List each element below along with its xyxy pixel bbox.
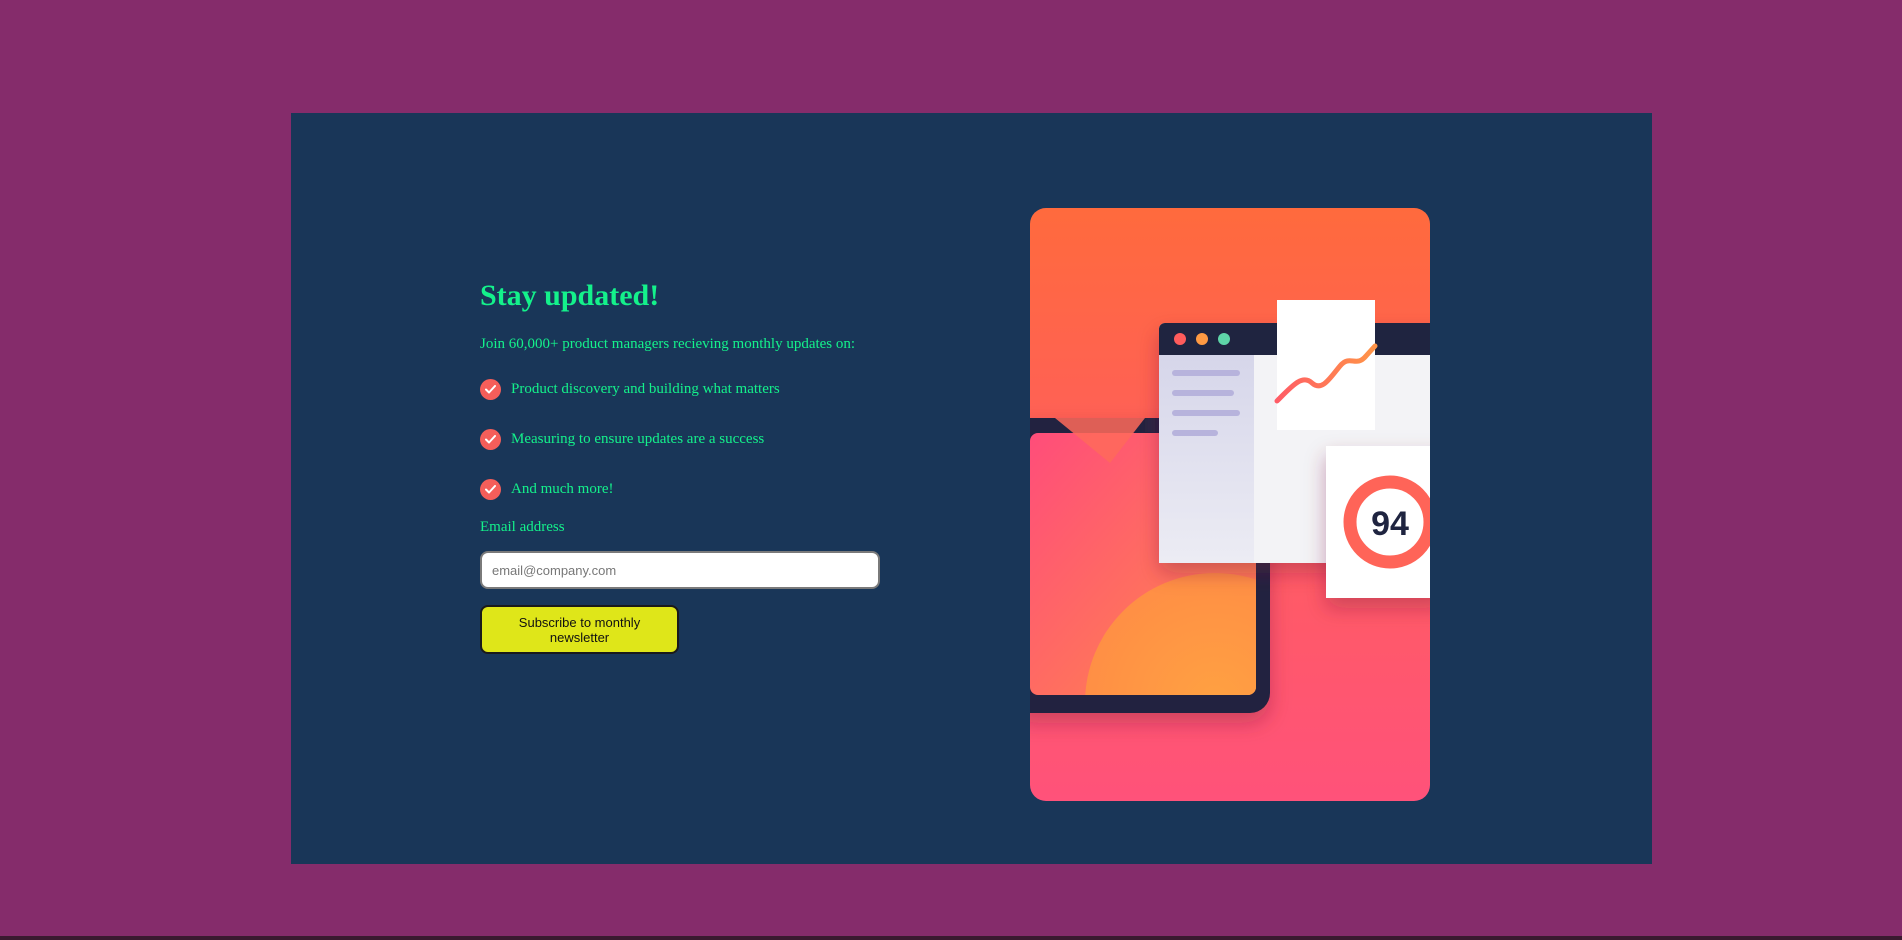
feature-item: Product discovery and building what matt… <box>480 375 880 403</box>
intro-text: Join 60,000+ product managers recieving … <box>480 336 856 352</box>
feature-item: And much more! <box>480 475 880 503</box>
score-value: 94 <box>1371 505 1409 543</box>
feature-list: Product discovery and building what matt… <box>480 375 880 503</box>
signup-panel: Stay updated! Join 60,000+ product manag… <box>480 279 880 654</box>
feature-text: Measuring to ensure updates are a succes… <box>511 430 765 447</box>
email-field[interactable] <box>480 551 880 589</box>
bottom-strip <box>0 936 1902 940</box>
check-icon <box>480 478 501 500</box>
page-title: Stay updated! <box>480 279 660 312</box>
illustration-image: 94 <box>1030 208 1430 801</box>
dashboard-illustration: 94 <box>1030 208 1430 801</box>
subscribe-button[interactable]: Subscribe to monthly newsletter <box>480 605 679 654</box>
check-icon <box>480 428 501 450</box>
feature-text: Product discovery and building what matt… <box>511 380 780 397</box>
check-icon <box>480 378 501 400</box>
newsletter-card: Stay updated! Join 60,000+ product manag… <box>291 113 1652 864</box>
email-label: Email address <box>480 519 565 535</box>
feature-text: And much more! <box>511 480 614 497</box>
feature-item: Measuring to ensure updates are a succes… <box>480 425 880 453</box>
